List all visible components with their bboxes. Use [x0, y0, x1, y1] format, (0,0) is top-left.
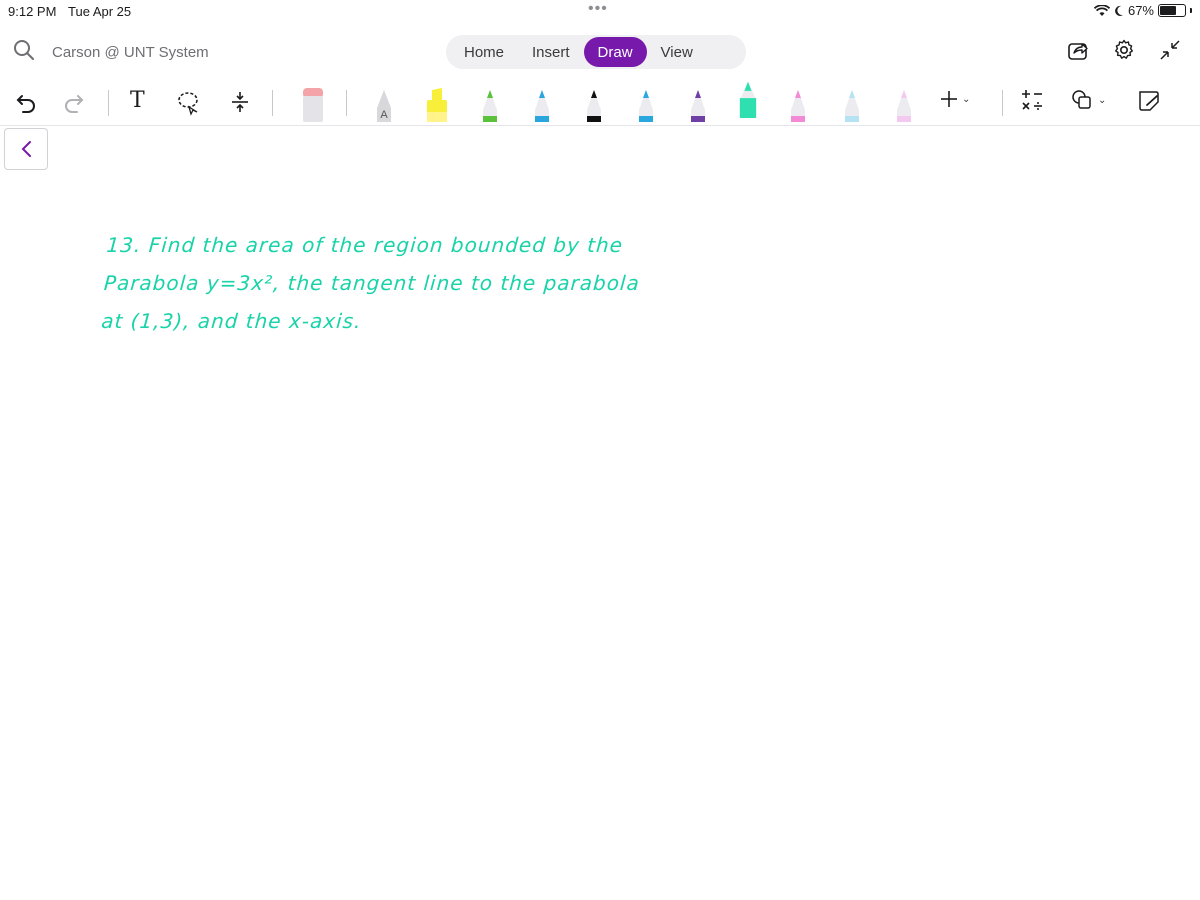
- pen-a-label: A: [380, 109, 388, 121]
- shapes-button[interactable]: ⌄: [1070, 88, 1106, 112]
- share-icon[interactable]: [1066, 38, 1090, 62]
- pen-lightblue-icon[interactable]: [634, 84, 658, 122]
- tab-view[interactable]: View: [647, 37, 707, 67]
- insert-space-button[interactable]: [228, 86, 252, 118]
- ink-to-shape-icon: [1139, 91, 1159, 111]
- insert-space-icon: [232, 92, 248, 112]
- ribbon-tabs: Home Insert Draw View: [446, 35, 746, 69]
- undo-button[interactable]: [14, 86, 38, 118]
- add-pen-button[interactable]: ⌄: [938, 88, 970, 110]
- multitasking-dots-icon[interactable]: •••: [588, 0, 608, 18]
- moon-icon: [1115, 5, 1123, 16]
- pen-blue-icon[interactable]: [530, 84, 554, 122]
- note-line: Parabola y=3x², the tangent line to the …: [103, 271, 641, 295]
- plus-icon: [941, 91, 957, 107]
- math-icon: [1022, 90, 1042, 110]
- wifi-icon: [1093, 4, 1110, 16]
- pen-pink-icon[interactable]: [786, 84, 810, 122]
- collapse-icon[interactable]: [1158, 38, 1182, 62]
- draw-toolbar: T A ⌄ ⌄: [0, 80, 1200, 126]
- note-line: 13. Find the area of the region bounded …: [105, 233, 624, 257]
- pen-green-icon[interactable]: [478, 84, 502, 122]
- redo-button[interactable]: [62, 86, 86, 118]
- eraser-icon[interactable]: [300, 84, 326, 122]
- pen-black-icon[interactable]: [582, 84, 606, 122]
- status-bar: 9:12 PM Tue Apr 25 ••• 67%: [0, 0, 1200, 24]
- lasso-select-button[interactable]: [176, 86, 202, 118]
- status-indicators: 67%: [1093, 3, 1192, 18]
- app-header: Carson @ UNT System Home Insert Draw Vie…: [0, 30, 1200, 76]
- math-button[interactable]: [1020, 88, 1044, 112]
- pen-a-icon[interactable]: A: [372, 84, 396, 122]
- status-time: 9:12 PM: [8, 4, 57, 19]
- gear-icon[interactable]: [1112, 38, 1136, 62]
- chevron-down-icon: ⌄: [1098, 94, 1107, 106]
- shapes-icon: [1072, 90, 1091, 109]
- search-icon[interactable]: [12, 38, 36, 62]
- highlighter-yellow-icon[interactable]: [424, 84, 450, 122]
- pen-lavender-icon[interactable]: [892, 84, 916, 122]
- chevron-down-icon: ⌄: [962, 93, 971, 105]
- battery-icon: [1158, 4, 1186, 17]
- undo-icon: [16, 95, 35, 113]
- lasso-icon: [178, 92, 198, 116]
- toolbar-divider: [108, 90, 109, 116]
- pen-paleblue-icon[interactable]: [840, 84, 864, 122]
- toolbar-divider: [1002, 90, 1003, 116]
- tab-home[interactable]: Home: [450, 37, 518, 67]
- text-tool-button[interactable]: T: [130, 88, 145, 113]
- redo-icon: [65, 95, 84, 113]
- marker-teal-icon[interactable]: [734, 80, 762, 118]
- tab-draw[interactable]: Draw: [583, 37, 647, 67]
- battery-cap: [1190, 8, 1192, 13]
- ink-to-shape-button[interactable]: [1136, 88, 1162, 112]
- status-date: Tue Apr 25: [68, 4, 132, 19]
- note-line: at (1,3), and the x-axis.: [100, 309, 363, 333]
- account-name[interactable]: Carson @ UNT System: [52, 44, 209, 61]
- header-actions: [1066, 38, 1182, 62]
- pen-purple-icon[interactable]: [686, 84, 710, 122]
- toolbar-divider: [346, 90, 347, 116]
- tab-insert[interactable]: Insert: [518, 37, 584, 67]
- handwritten-note: 13. Find the area of the region bounded …: [100, 226, 644, 340]
- battery-percentage: 67%: [1127, 3, 1154, 18]
- toolbar-divider: [272, 90, 273, 116]
